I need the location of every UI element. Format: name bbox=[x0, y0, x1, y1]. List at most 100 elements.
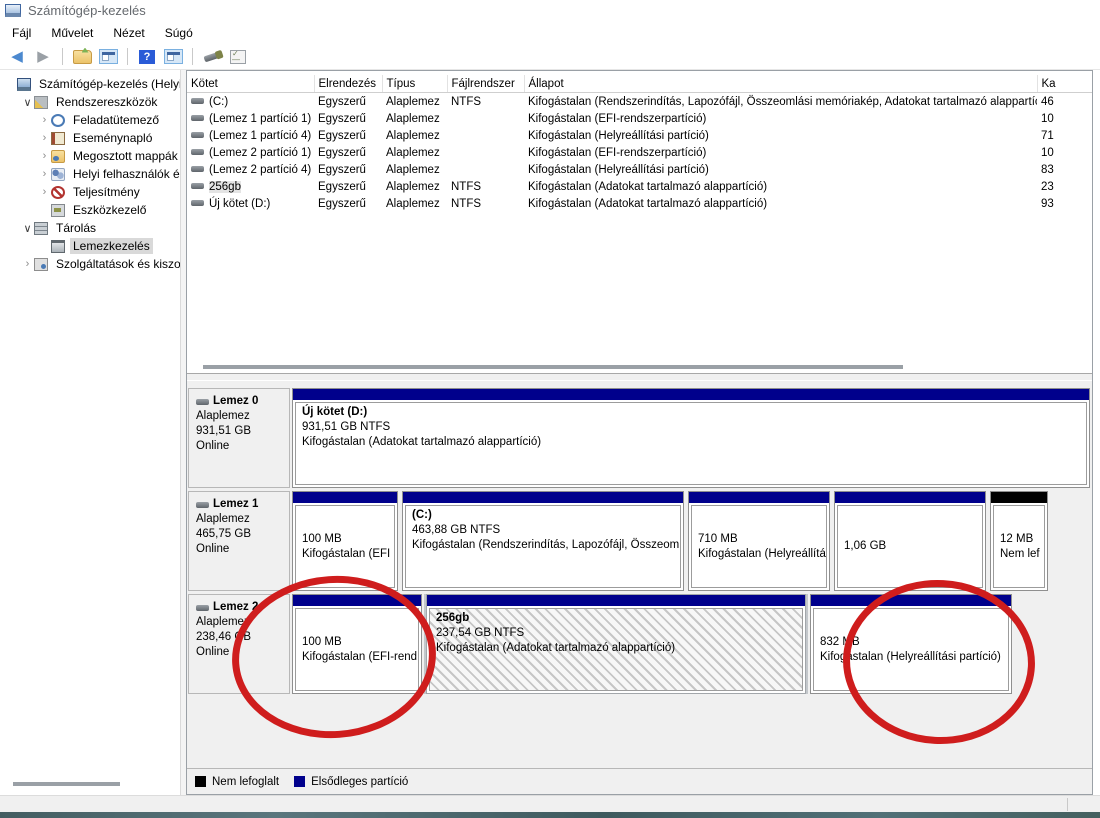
partition[interactable]: (C:) 463,88 GB NTFS Kifogástalan (Rendszer… bbox=[402, 491, 684, 591]
partition-size: 100 MB bbox=[302, 532, 342, 545]
table-row[interactable]: (Lemez 2 partíció 4) Egyszerű Alaplemez Kif… bbox=[187, 161, 1092, 178]
volume-table: Kötet Elrendezés Típus Fájlrendszer Állapot K… bbox=[187, 75, 1092, 212]
sidebar-item-device-manager[interactable]: Eszközkezelő bbox=[0, 201, 180, 219]
table-row[interactable]: (C:) Egyszerű Alaplemez NTFS Kifogástalan (R… bbox=[187, 93, 1092, 111]
partition-status: Kifogástalan (Helyreállítási partíció) bbox=[820, 650, 1001, 663]
partition[interactable]: 100 MB Kifogástalan (EFI-rend bbox=[292, 594, 422, 694]
menu-item-fájl[interactable]: Fájl bbox=[2, 23, 41, 43]
forward-icon: ▶ bbox=[37, 48, 49, 65]
expander-closed-icon[interactable]: › bbox=[21, 258, 34, 270]
disk-name-label: Lemez 1 bbox=[213, 498, 259, 510]
partition-info: 710 MB Kifogástalan (Helyreállítá bbox=[691, 505, 827, 588]
expander-open-icon[interactable]: ∨ bbox=[21, 222, 34, 235]
column-header-állapot[interactable]: Állapot bbox=[524, 75, 1038, 93]
back-icon[interactable]: ◀ bbox=[5, 46, 29, 67]
console-tree-toggle-icon[interactable] bbox=[96, 46, 120, 67]
sidebar-item-storage[interactable]: ∨ Tárolás bbox=[0, 219, 180, 237]
sidebar-item-services[interactable]: › Szolgáltatások és kiszolgáló bbox=[0, 255, 180, 273]
partition-info: (C:) 463,88 GB NTFS Kifogástalan (Rendszer… bbox=[405, 505, 681, 588]
sidebar-horizontal-scrollbar[interactable] bbox=[0, 779, 180, 789]
forward-icon[interactable]: ▶ bbox=[31, 46, 55, 67]
column-header-típus[interactable]: Típus bbox=[382, 75, 448, 93]
volume-cell: Alaplemez bbox=[386, 197, 440, 210]
console-tree-toggle-icon bbox=[98, 49, 118, 64]
partition[interactable]: 832 MB Kifogástalan (Helyreállítási partí… bbox=[810, 594, 1012, 694]
sidebar-item-shared-folders[interactable]: › Megosztott mappák bbox=[0, 147, 180, 165]
expander-closed-icon[interactable]: › bbox=[38, 150, 51, 162]
disk-header-0[interactable]: Lemez 0 Alaplemez 931,51 GB Online bbox=[188, 388, 290, 488]
sidebar-item-local-users[interactable]: › Helyi felhasználók és cs bbox=[0, 165, 180, 183]
volume-cell: Alaplemez bbox=[386, 129, 440, 142]
sidebar-item-event-viewer[interactable]: › Eseménynapló bbox=[0, 129, 180, 147]
sidebar-item-label: Eseménynapló bbox=[73, 131, 153, 145]
menu-item-nézet[interactable]: Nézet bbox=[103, 23, 154, 43]
partition[interactable]: 710 MB Kifogástalan (Helyreállítá bbox=[688, 491, 830, 591]
volume-cell: 10 bbox=[1041, 146, 1054, 159]
volume-cell: Alaplemez bbox=[386, 163, 440, 176]
toolbar-separator bbox=[62, 48, 63, 65]
disk-size: 931,51 GB bbox=[196, 425, 251, 437]
disk-header-1[interactable]: Lemez 1 Alaplemez 465,75 GB Online bbox=[188, 491, 290, 591]
column-header-ka[interactable]: Ka bbox=[1037, 75, 1092, 93]
export-list-icon[interactable] bbox=[70, 46, 94, 67]
volume-cell bbox=[447, 110, 524, 127]
partition[interactable]: 256gb 237,54 GB NTFS Kifogástalan (Adatoka… bbox=[426, 594, 806, 694]
partition-info: 100 MB Kifogástalan (EFI bbox=[295, 505, 395, 588]
partition[interactable]: 12 MB Nem lef bbox=[990, 491, 1048, 591]
volume-cell: NTFS bbox=[451, 197, 482, 210]
sidebar-item-task-scheduler[interactable]: › Feladatütemező bbox=[0, 111, 180, 129]
expander-closed-icon[interactable]: › bbox=[38, 114, 51, 126]
expander-closed-icon[interactable]: › bbox=[38, 186, 51, 198]
disk-header-2[interactable]: Lemez 2 Alaplemez 238,46 GB Online bbox=[188, 594, 290, 694]
table-row[interactable]: 256gb Egyszerű Alaplemez NTFS Kifogástalan (… bbox=[187, 178, 1092, 195]
sidebar-item-disk-management[interactable]: Lemezkezelés bbox=[0, 237, 180, 255]
column-header-kötet[interactable]: Kötet bbox=[187, 75, 315, 93]
task-list-icon[interactable]: ✓— ✓— bbox=[226, 46, 250, 67]
action-pane-toggle-icon[interactable] bbox=[161, 46, 185, 67]
volume-cell bbox=[447, 144, 524, 161]
disk-name-label: Lemez 2 bbox=[213, 601, 259, 613]
table-row[interactable]: (Lemez 1 partíció 1) Egyszerű Alaplemez Kif… bbox=[187, 110, 1092, 127]
partition-status: Kifogástalan (EFI bbox=[302, 547, 391, 560]
sidebar-item-computer[interactable]: Számítógép-kezelés (Helyi) bbox=[0, 75, 180, 93]
menu-item-súgó[interactable]: Súgó bbox=[155, 23, 203, 43]
sidebar-item-label: Rendszereszközök bbox=[56, 95, 158, 109]
partition-size: 237,54 GB NTFS bbox=[436, 627, 525, 639]
volume-cell: Kifogástalan (Helyreállítási partíció) bbox=[528, 163, 709, 176]
sidebar-item-system-tools[interactable]: ∨ Rendszereszközök bbox=[0, 93, 180, 111]
partition[interactable]: 1,06 GB bbox=[834, 491, 986, 591]
sidebar-scrollbar-thumb[interactable] bbox=[13, 782, 120, 786]
view-splitter[interactable] bbox=[187, 373, 1092, 381]
volume-cell: NTFS bbox=[451, 95, 482, 108]
column-header-elrendezés[interactable]: Elrendezés bbox=[314, 75, 383, 93]
volume-name-cell: 256gb bbox=[187, 178, 314, 195]
table-row[interactable]: Új kötet (D:) Egyszerű Alaplemez NTFS Kifogá… bbox=[187, 195, 1092, 212]
menu-item-művelet[interactable]: Művelet bbox=[41, 23, 103, 43]
volume-cell: Kifogástalan (EFI-rendszerpartíció) bbox=[528, 112, 707, 125]
list-scrollbar-thumb[interactable] bbox=[203, 365, 903, 369]
disk-name-label: Lemez 0 bbox=[213, 395, 259, 407]
partition-info: 12 MB Nem lef bbox=[993, 505, 1045, 588]
disk-status: Online bbox=[196, 646, 230, 658]
list-horizontal-scrollbar[interactable] bbox=[187, 361, 1092, 373]
help-icon: ? bbox=[139, 49, 155, 64]
volume-cell: 93 bbox=[1041, 197, 1054, 210]
partition-info: 1,06 GB bbox=[837, 505, 983, 588]
sidebar-item-performance[interactable]: › Teljesítmény bbox=[0, 183, 180, 201]
disk-name: Lemez 2 bbox=[196, 600, 282, 615]
device-tool-icon[interactable] bbox=[200, 46, 224, 67]
table-row[interactable]: (Lemez 1 partíció 4) Egyszerű Alaplemez Kif… bbox=[187, 127, 1092, 144]
volume-cell: Kifogástalan (Rendszerindítás, Lapozófáj… bbox=[528, 95, 1037, 108]
partition[interactable]: Új kötet (D:) 931,51 GB NTFS Kifogástalan … bbox=[292, 388, 1090, 488]
expander-closed-icon[interactable]: › bbox=[38, 168, 51, 180]
partition[interactable]: 100 MB Kifogástalan (EFI bbox=[292, 491, 398, 591]
column-header-fájlrendszer[interactable]: Fájlrendszer bbox=[447, 75, 525, 93]
expander-open-icon[interactable]: ∨ bbox=[21, 96, 34, 109]
disk-row-2: Lemez 2 Alaplemez 238,46 GB Online 100 MB Kif… bbox=[188, 594, 1090, 694]
expander-closed-icon[interactable]: › bbox=[38, 132, 51, 144]
menu-bar: Fájl Művelet Nézet Súgó bbox=[0, 21, 1100, 44]
disk-type: Alaplemez bbox=[196, 616, 250, 628]
table-row[interactable]: (Lemez 2 partíció 1) Egyszerű Alaplemez Kif… bbox=[187, 144, 1092, 161]
help-icon[interactable]: ? bbox=[135, 46, 159, 67]
volume-cell bbox=[447, 127, 524, 144]
